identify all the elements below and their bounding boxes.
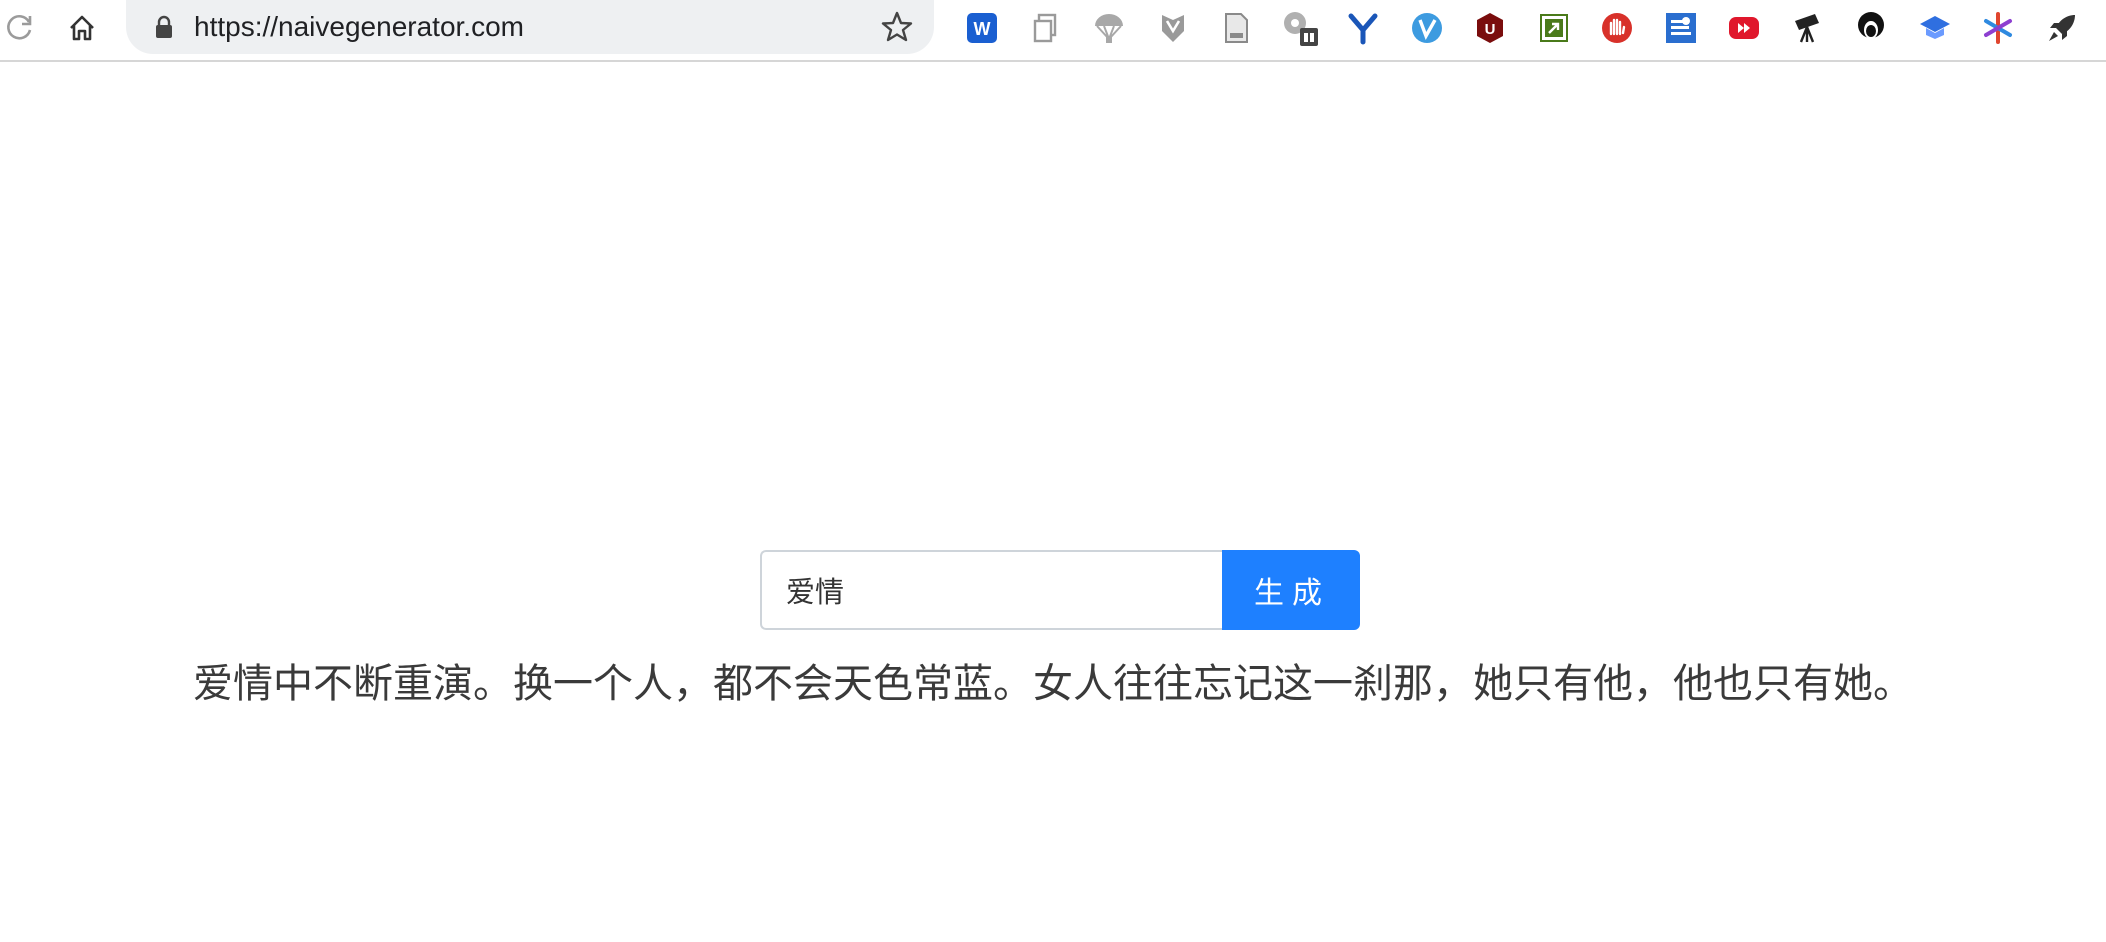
telescope-icon[interactable] — [1788, 8, 1828, 48]
browser-toolbar: https://naivegenerator.com W U — [0, 0, 2106, 62]
afro-avatar-icon[interactable] — [1851, 8, 1891, 48]
reload-icon[interactable] — [0, 8, 40, 48]
svg-text:U: U — [1485, 21, 1496, 38]
home-icon[interactable] — [62, 8, 102, 48]
generated-text: 爱情中不断重演。换一个人，都不会天色常蓝。女人往往忘记这一刹那，她只有他，他也只… — [193, 661, 1913, 707]
document-icon[interactable] — [1216, 8, 1256, 48]
address-bar[interactable]: https://naivegenerator.com — [126, 0, 934, 54]
url-text[interactable]: https://naivegenerator.com — [194, 10, 524, 44]
lock-icon — [154, 15, 174, 43]
y-extension-icon[interactable] — [1343, 8, 1383, 48]
parachute-icon[interactable] — [1089, 8, 1129, 48]
generator-form: 生成 — [760, 550, 1360, 630]
svg-text:W: W — [974, 19, 991, 39]
youtube-icon[interactable] — [1724, 8, 1764, 48]
generate-button[interactable]: 生成 — [1222, 550, 1360, 630]
topic-input[interactable] — [760, 550, 1222, 630]
red-hand-icon[interactable] — [1597, 8, 1637, 48]
copy-pages-icon[interactable] — [1026, 8, 1066, 48]
green-arrow-icon[interactable] — [1534, 8, 1574, 48]
word-extension-icon[interactable]: W — [962, 8, 1002, 48]
u-extension-icon[interactable]: U — [1470, 8, 1510, 48]
extension-bar: W U — [962, 8, 2105, 48]
shield-extension-icon[interactable] — [1153, 8, 1193, 48]
blue-settings-icon[interactable] — [1661, 8, 1701, 48]
asterisk-color-icon[interactable] — [1978, 8, 2018, 48]
graduation-cap-icon[interactable] — [1915, 8, 1955, 48]
v-extension-icon[interactable] — [1407, 8, 1447, 48]
rocket-icon[interactable] — [2042, 8, 2082, 48]
gear-badge-icon[interactable] — [1280, 8, 1320, 48]
bookmark-star-icon[interactable] — [880, 10, 914, 48]
